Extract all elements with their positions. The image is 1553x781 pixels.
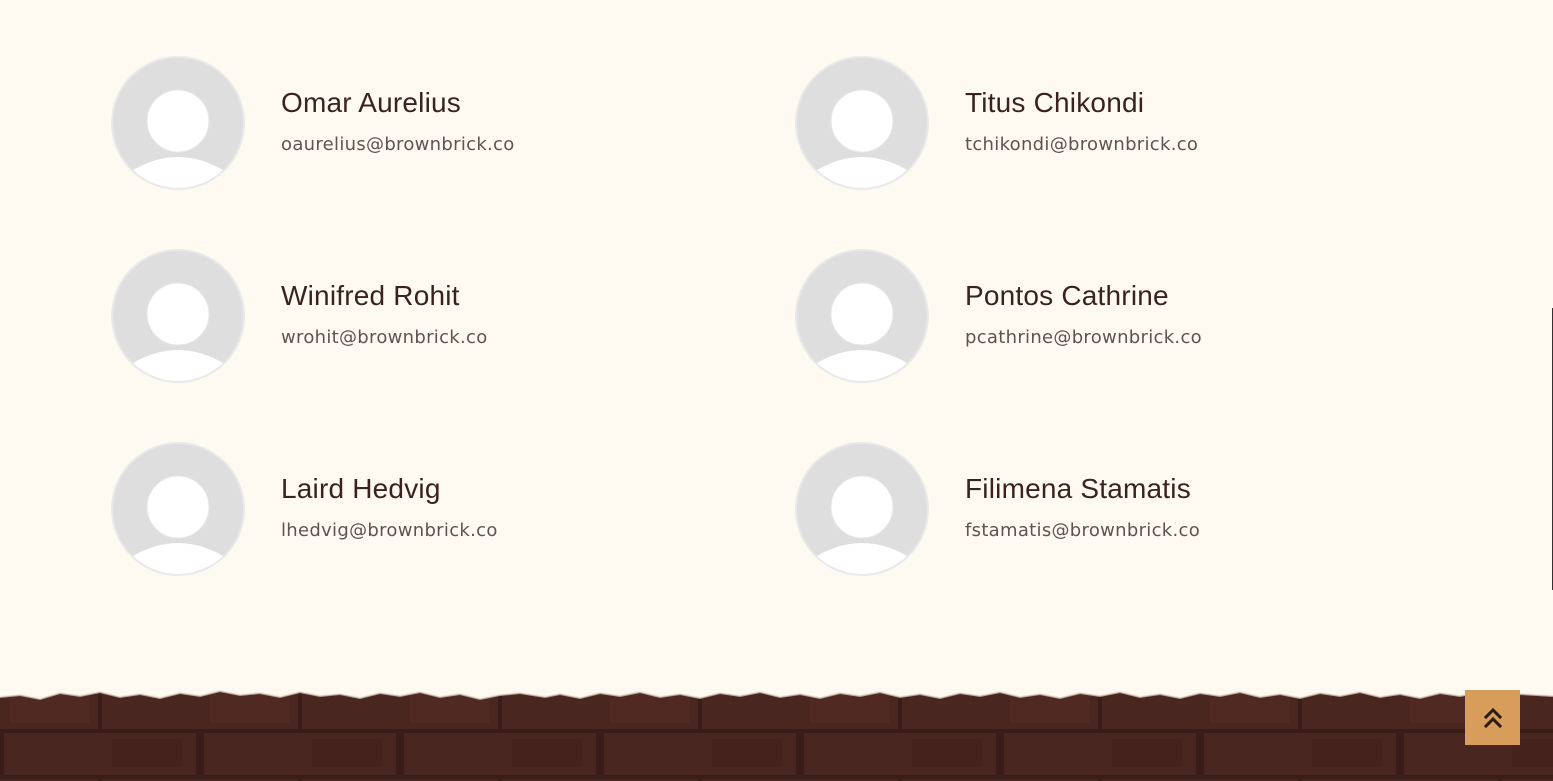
double-chevron-up-icon	[1483, 707, 1502, 728]
user-placeholder-icon	[817, 475, 907, 574]
avatar	[795, 442, 929, 576]
avatar	[111, 249, 245, 383]
team-member-email[interactable]: tchikondi@brownbrick.co	[965, 134, 1198, 155]
team-member-card: Laird Hedvig lhedvig@brownbrick.co	[111, 442, 711, 582]
team-member-email[interactable]: oaurelius@brownbrick.co	[281, 134, 515, 155]
team-member-email[interactable]: lhedvig@brownbrick.co	[281, 520, 498, 541]
team-member-name: Titus Chikondi	[965, 87, 1145, 118]
user-placeholder-icon	[817, 282, 907, 381]
brick-wall-background	[0, 689, 1553, 781]
team-member-card: Pontos Cathrine pcathrine@brownbrick.co	[795, 249, 1395, 389]
team-member-name: Omar Aurelius	[281, 87, 461, 118]
team-member-card: Titus Chikondi tchikondi@brownbrick.co	[795, 56, 1395, 196]
user-placeholder-icon	[133, 89, 223, 188]
team-grid: Omar Aurelius oaurelius@brownbrick.co Ti…	[0, 0, 1553, 640]
user-placeholder-icon	[133, 282, 223, 381]
avatar	[795, 56, 929, 190]
team-member-email[interactable]: pcathrine@brownbrick.co	[965, 327, 1202, 348]
avatar	[111, 56, 245, 190]
team-member-name: Pontos Cathrine	[965, 280, 1169, 311]
user-placeholder-icon	[133, 475, 223, 574]
team-member-email[interactable]: fstamatis@brownbrick.co	[965, 520, 1200, 541]
team-member-card: Omar Aurelius oaurelius@brownbrick.co	[111, 56, 711, 196]
team-member-name: Filimena Stamatis	[965, 473, 1191, 504]
team-member-name: Winifred Rohit	[281, 280, 460, 311]
team-member-card: Winifred Rohit wrohit@brownbrick.co	[111, 249, 711, 389]
back-to-top-button[interactable]	[1465, 690, 1520, 745]
team-member-name: Laird Hedvig	[281, 473, 441, 504]
team-member-email[interactable]: wrohit@brownbrick.co	[281, 327, 488, 348]
avatar	[795, 249, 929, 383]
footer-brick-wall	[0, 683, 1553, 781]
team-member-card: Filimena Stamatis fstamatis@brownbrick.c…	[795, 442, 1395, 582]
user-placeholder-icon	[817, 89, 907, 188]
avatar	[111, 442, 245, 576]
